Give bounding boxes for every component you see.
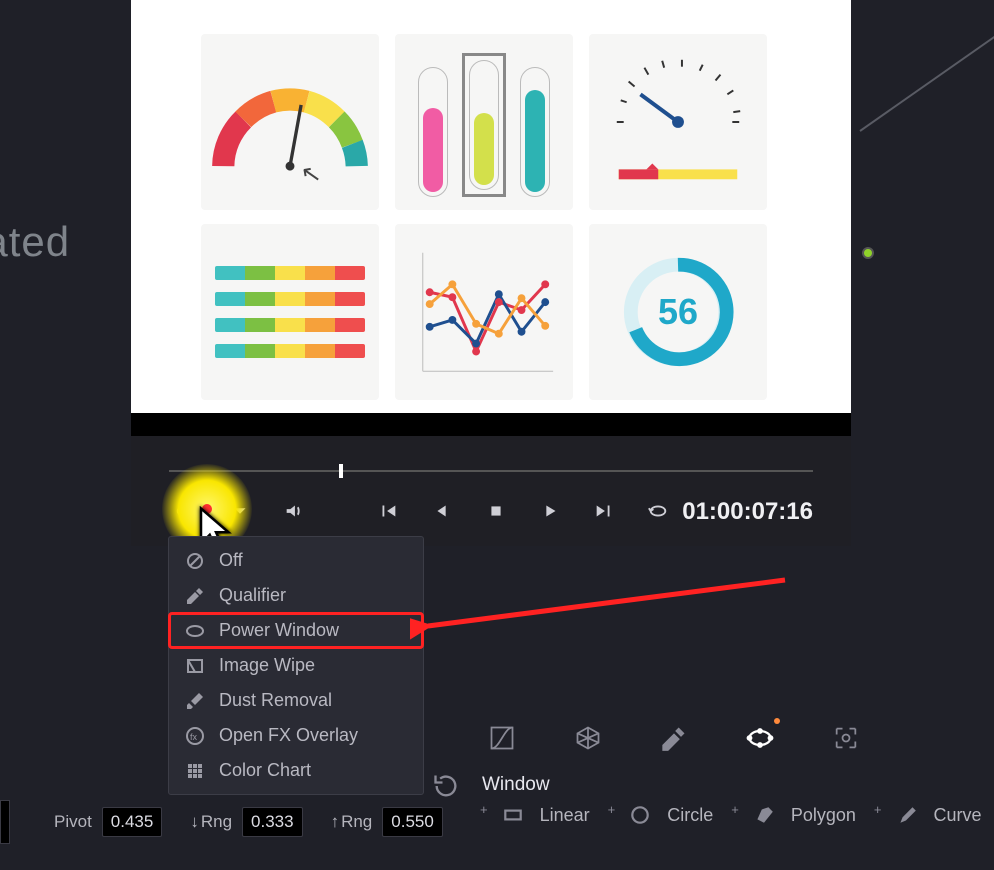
linear-shape-icon[interactable] [502,804,524,826]
ellipse-icon [185,621,205,641]
annotation-arrow [410,572,790,642]
preview-image: 56 [131,0,851,413]
window-shape-row: + Linear + Circle + Polygon + Curve + Gr… [478,804,994,826]
eyedropper-icon [185,586,205,606]
thumb-vertical-bars [395,34,573,210]
skip-fwd-icon[interactable] [587,494,621,528]
window-tool-icon[interactable] [738,716,782,760]
plus-icon: + [480,802,488,817]
audio-icon[interactable] [277,494,311,528]
circle-label[interactable]: Circle [667,805,713,826]
panel-title: Window [482,774,550,796]
node-connector-line [859,15,994,131]
pivot-value[interactable]: 0.435 [102,807,163,837]
fx-icon: fx [185,726,205,746]
rng-up-value[interactable]: 0.550 [382,807,443,837]
thumb-tick-gauge [589,34,767,210]
menu-label: Image Wipe [219,655,315,676]
menu-item-qualifier[interactable]: Qualifier [169,578,423,613]
menu-label: Dust Removal [219,690,332,711]
thumb-radial-percent: 56 [589,224,767,400]
step-back-icon[interactable] [425,494,459,528]
reset-icon[interactable] [432,772,460,800]
polygon-label[interactable]: Polygon [791,805,856,826]
value-chip-cut[interactable] [0,800,10,844]
plus-icon: + [874,802,882,817]
thumb-horizontal-bars [201,224,379,400]
menu-label: Off [219,550,243,571]
menu-item-color-chart[interactable]: Color Chart [169,753,423,788]
off-icon [185,551,205,571]
qualifier-tool-icon[interactable] [652,716,696,760]
menu-label: Open FX Overlay [219,725,358,746]
overlay-mode-menu: Off Qualifier Power Window Image Wipe Du… [168,536,424,795]
menu-label: Qualifier [219,585,286,606]
image-wipe-icon [185,656,205,676]
menu-item-off[interactable]: Off [169,543,423,578]
menu-label: Power Window [219,620,339,641]
menu-item-power-window[interactable]: Power Window [169,613,423,648]
curves-tool-icon[interactable] [480,716,524,760]
play-icon[interactable] [533,494,567,528]
svg-text:fx: fx [190,732,198,742]
warper-tool-icon[interactable] [566,716,610,760]
active-dot-icon [774,718,780,724]
loop-icon[interactable] [641,494,675,528]
plus-icon: + [731,802,739,817]
menu-item-dust-removal[interactable]: Dust Removal [169,683,423,718]
menu-item-image-wipe[interactable]: Image Wipe [169,648,423,683]
rng-up-label: Rng [331,812,373,832]
viewer-area: 56 ↖ [131,0,851,436]
pivot-label: Pivot [54,812,92,832]
plus-icon: + [608,802,616,817]
thumb-gauge-arc [201,34,379,210]
stop-icon[interactable] [479,494,513,528]
polygon-shape-icon[interactable] [753,804,775,826]
skip-back-icon[interactable] [371,494,405,528]
tool-icon-row [480,716,868,760]
linear-label[interactable]: Linear [540,805,590,826]
menu-label: Color Chart [219,760,311,781]
grid-icon [185,761,205,781]
thumb-line-chart [395,224,573,400]
menu-item-open-fx-overlay[interactable]: fx Open FX Overlay [169,718,423,753]
brush-icon [185,691,205,711]
rng-down-value[interactable]: 0.333 [242,807,303,837]
rng-down-label: Rng [190,812,232,832]
scrub-track[interactable] [169,470,813,472]
background-text: eated [0,218,70,266]
curve-label[interactable]: Curve [934,805,982,826]
curve-shape-icon[interactable] [896,804,918,826]
tracking-tool-icon[interactable] [824,716,868,760]
circle-shape-icon[interactable] [629,804,651,826]
node-connector-dot[interactable] [862,247,874,259]
timecode-display: 01:00:07:16 [682,498,813,526]
params-row: Pivot 0.435 Rng 0.333 Rng 0.550 [14,800,443,844]
scrub-playhead[interactable] [339,464,343,478]
